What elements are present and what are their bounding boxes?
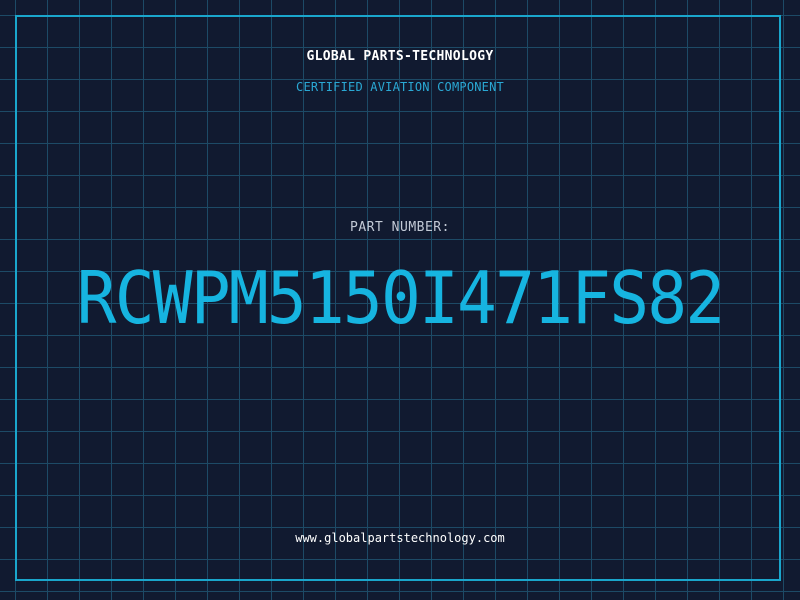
part-number-value: RCWPM5150I471FS82 [76,256,726,340]
company-name: GLOBAL PARTS-TECHNOLOGY [306,49,494,64]
certification-subtitle: CERTIFIED AVIATION COMPONENT [296,80,504,94]
part-number-label: PART NUMBER: [350,220,450,235]
part-label-card: GLOBAL PARTS-TECHNOLOGY CERTIFIED AVIATI… [0,0,800,600]
website-link[interactable]: www.globalpartstechnology.com [0,531,800,545]
